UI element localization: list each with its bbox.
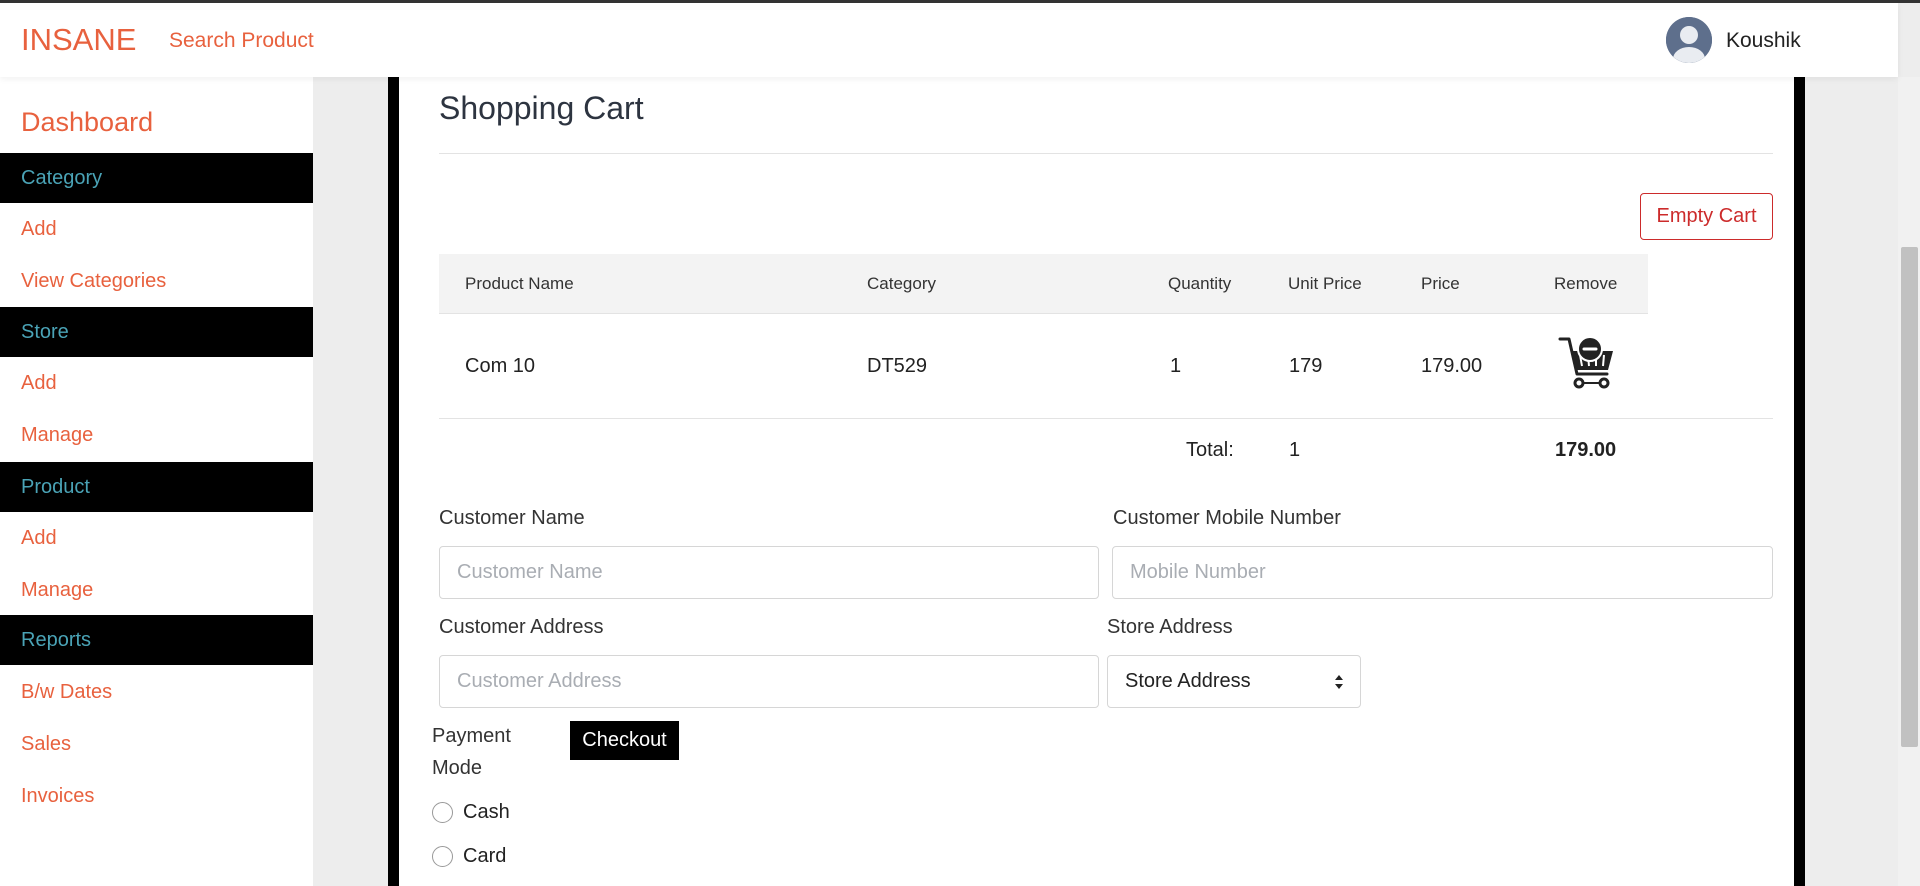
user-avatar-icon[interactable]	[1666, 17, 1712, 63]
sidebar-heading-product: Product	[0, 462, 313, 512]
cell-price: 179.00	[1421, 355, 1483, 377]
sidebar-title-dashboard[interactable]: Dashboard	[21, 107, 153, 138]
sidebar-item-add-category[interactable]: Add	[21, 218, 57, 241]
column-header-category: Category	[867, 274, 936, 293]
brand-logo[interactable]: INSANE	[21, 22, 136, 58]
top-border	[0, 0, 1920, 3]
payment-card-radio[interactable]	[432, 846, 453, 867]
select-arrows-icon	[1335, 675, 1343, 689]
divider	[439, 153, 1773, 154]
sidebar-item-add-store[interactable]: Add	[21, 372, 57, 395]
store-address-label: Store Address	[1107, 616, 1233, 638]
sidebar-item-add-product[interactable]: Add	[21, 527, 57, 550]
sidebar: Dashboard Category Add View Categories S…	[0, 77, 313, 886]
cell-category: DT529	[867, 355, 928, 377]
checkout-button[interactable]: Checkout	[570, 721, 679, 760]
sidebar-heading-category: Category	[0, 153, 313, 203]
customer-mobile-input[interactable]	[1112, 546, 1773, 599]
sidebar-item-bw-dates[interactable]: B/w Dates	[21, 681, 112, 704]
sidebar-heading-store: Store	[0, 307, 313, 357]
column-header-remove: Remove	[1554, 274, 1618, 293]
store-address-selected-value: Store Address	[1125, 670, 1251, 692]
customer-address-input[interactable]	[439, 655, 1099, 708]
store-address-select[interactable]: Store Address	[1107, 655, 1361, 708]
payment-cash-radio[interactable]	[432, 802, 453, 823]
customer-address-label: Customer Address	[439, 616, 604, 638]
scrollbar-thumb[interactable]	[1901, 247, 1918, 747]
cell-product-name: Com 10	[465, 355, 536, 377]
page-title: Shopping Cart	[439, 90, 644, 126]
payment-cash-label: Cash	[463, 801, 510, 823]
username-label[interactable]: Koushik	[1726, 29, 1801, 53]
total-quantity: 1	[1289, 439, 1301, 461]
table-header-divider	[439, 313, 1648, 314]
column-header-product-name: Product Name	[465, 274, 574, 293]
sidebar-item-manage-product[interactable]: Manage	[21, 579, 93, 602]
payment-mode-label-line2: Mode	[432, 757, 483, 779]
customer-name-input[interactable]	[439, 546, 1099, 599]
sidebar-item-invoices[interactable]: Invoices	[21, 785, 94, 808]
sidebar-item-view-categories[interactable]: View Categories	[21, 270, 166, 293]
sidebar-heading-reports: Reports	[0, 615, 313, 665]
top-navbar: INSANE Search Product Koushik	[0, 3, 1898, 77]
customer-name-label: Customer Name	[439, 507, 585, 529]
cart-remove-icon[interactable]	[1558, 334, 1616, 392]
column-header-quantity: Quantity	[1168, 274, 1232, 293]
cart-table-header: Product Name Category Quantity Unit Pric…	[439, 254, 1648, 314]
search-product-link[interactable]: Search Product	[169, 29, 314, 53]
column-header-price: Price	[1421, 274, 1460, 293]
total-price: 179.00	[1555, 439, 1617, 461]
empty-cart-button[interactable]: Empty Cart	[1640, 193, 1773, 240]
total-label: Total:	[1186, 439, 1234, 461]
payment-mode-label-line1: Payment	[432, 725, 511, 747]
table-footer-divider	[439, 418, 1773, 419]
sidebar-item-sales[interactable]: Sales	[21, 733, 71, 756]
payment-card-label: Card	[463, 845, 507, 867]
customer-mobile-label: Customer Mobile Number	[1113, 507, 1341, 529]
content-panel	[399, 77, 1794, 886]
column-header-unit-price: Unit Price	[1288, 274, 1362, 293]
sidebar-item-manage-store[interactable]: Manage	[21, 424, 93, 447]
cell-unit-price: 179	[1289, 355, 1323, 377]
cell-quantity: 1	[1170, 355, 1182, 377]
